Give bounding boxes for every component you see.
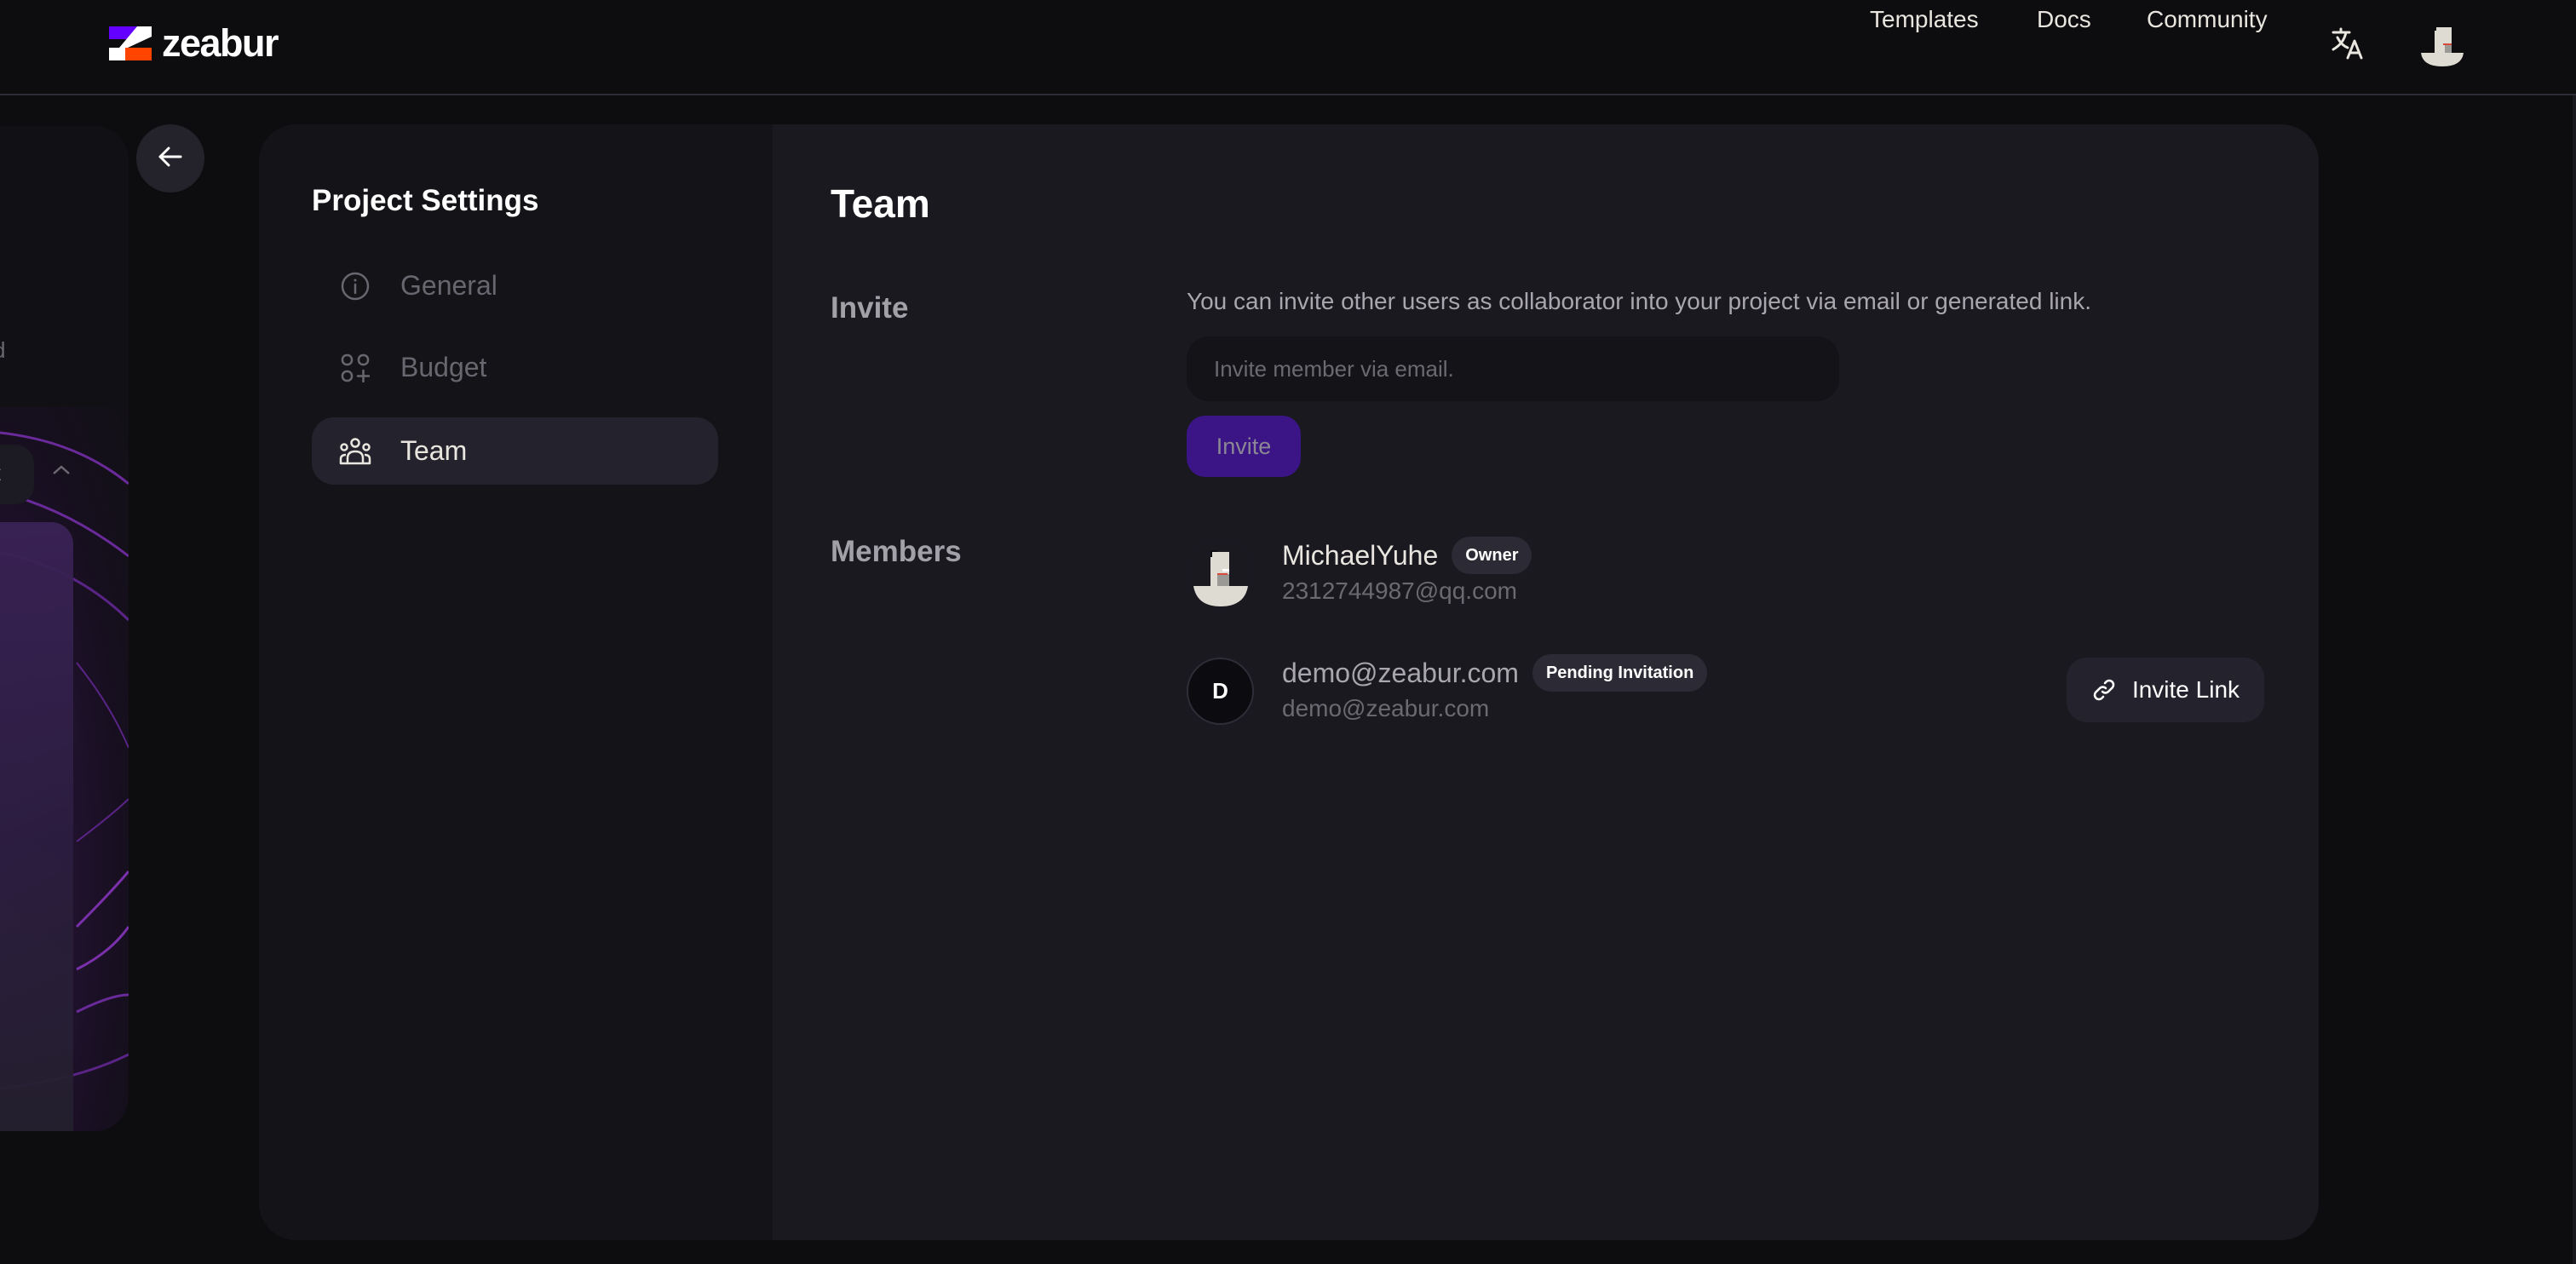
sidebar-item-general[interactable]: General [312, 252, 718, 319]
settings-sidebar: Project Settings General Budget Team [259, 124, 773, 1240]
background-hero [0, 407, 129, 1131]
member-email: demo@zeabur.com [1282, 695, 1490, 721]
sidebar-title: Project Settings [312, 184, 539, 217]
member-avatar [1187, 540, 1254, 607]
member-avatar: D [1187, 658, 1254, 725]
project-settings-card: Project Settings General Budget Team Tea… [259, 124, 2319, 1240]
translate-icon [2331, 27, 2365, 64]
member-email: 2312744987@qq.com [1282, 577, 1517, 604]
owner-badge: Owner [1452, 537, 1532, 574]
nav-community[interactable]: Community [2147, 0, 2268, 39]
brand-name: zeabur [162, 21, 279, 65]
link-icon [2091, 677, 2117, 703]
member-name-text: MichaelYuhe [1282, 539, 1439, 571]
member-row: MichaelYuhe Owner 2312744987@qq.com [1187, 537, 2319, 608]
pending-invitation-badge: Pending Invitation [1532, 654, 1708, 692]
member-name: demo@zeabur.com Pending Invitation [1282, 654, 1708, 692]
background-card [0, 522, 73, 1131]
invite-link-button[interactable]: Invite Link [2067, 658, 2264, 722]
team-settings-panel: Team Invite You can invite other users a… [773, 124, 2319, 1240]
arrow-left-icon [158, 146, 183, 172]
sidebar-item-label: General [400, 270, 497, 301]
invite-section-label: Invite [831, 291, 909, 325]
background-page-panel: d t [0, 126, 129, 1131]
sidebar-item-team[interactable]: Team [312, 417, 718, 485]
invite-description: You can invite other users as collaborat… [1187, 288, 2091, 314]
translate-button[interactable] [2331, 26, 2365, 60]
page-title: Team [831, 181, 930, 226]
invite-email-input[interactable] [1187, 336, 1839, 401]
apps-add-icon [339, 352, 371, 384]
nav-docs[interactable]: Docs [2037, 0, 2091, 39]
info-icon [339, 270, 371, 302]
user-avatar[interactable] [2419, 26, 2465, 68]
zeabur-logo[interactable]: zeabur [109, 21, 279, 65]
member-name-text: demo@zeabur.com [1282, 657, 1519, 688]
sidebar-item-label: Team [400, 435, 468, 466]
sidebar-item-budget[interactable]: Budget [312, 334, 718, 401]
background-text-fragment: t [0, 460, 1, 486]
background-pill [0, 445, 34, 504]
background-text-fragment: d [0, 337, 5, 364]
zeabur-logo-icon [109, 26, 152, 60]
back-button[interactable] [136, 124, 204, 192]
invite-button[interactable]: Invite [1187, 416, 1301, 477]
member-name: MichaelYuhe Owner [1282, 537, 1532, 574]
sidebar-item-label: Budget [400, 352, 487, 382]
window-edge [2573, 95, 2576, 1264]
members-section-label: Members [831, 535, 962, 568]
chevron-up-icon [51, 463, 72, 477]
invite-link-label: Invite Link [2131, 676, 2240, 703]
users-icon [339, 435, 371, 468]
top-nav-bar: zeabur Templates Docs Community [0, 0, 2576, 95]
nav-templates[interactable]: Templates [1870, 0, 1979, 39]
